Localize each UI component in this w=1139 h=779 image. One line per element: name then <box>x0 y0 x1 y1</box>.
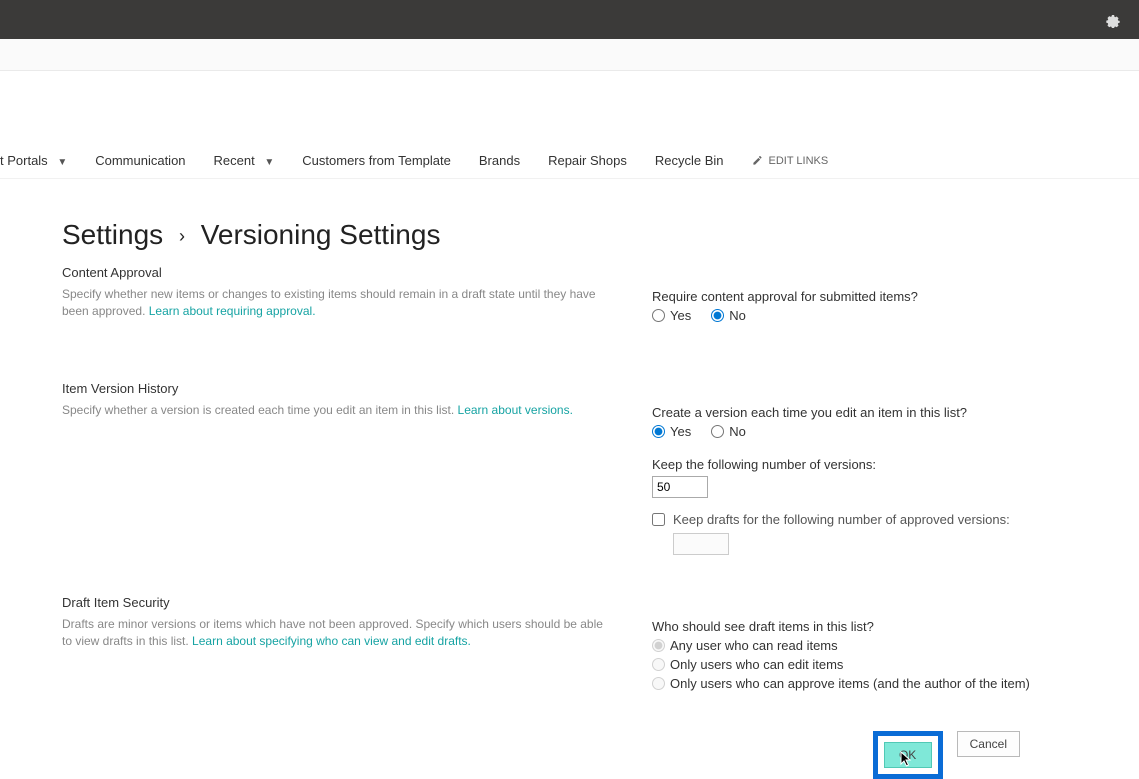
section-description: Drafts are minor versions or items which… <box>62 616 612 651</box>
keep-versions-label: Keep the following number of versions: <box>652 457 1060 472</box>
approval-yes-option[interactable]: Yes <box>652 308 691 323</box>
learn-link-versions[interactable]: Learn about versions. <box>458 403 573 417</box>
draft-security-question: Who should see draft items in this list? <box>652 619 1060 634</box>
section-version-history: Item Version History Specify whether a v… <box>62 381 1060 555</box>
keep-drafts-label: Keep drafts for the following number of … <box>673 512 1010 527</box>
radio-label: Only users who can edit items <box>670 657 843 672</box>
draft-opt-approve[interactable]: Only users who can approve items (and th… <box>652 676 1060 691</box>
section-draft-security: Draft Item Security Drafts are minor ver… <box>62 595 1060 691</box>
nav-label: Recent <box>214 153 255 168</box>
section-heading: Draft Item Security <box>62 595 612 610</box>
ok-highlight-box: OK <box>873 731 943 779</box>
nav-label: t Portals <box>0 153 48 168</box>
nav-item-brands[interactable]: Brands <box>465 147 534 174</box>
keep-versions-input[interactable] <box>652 476 708 498</box>
approval-no-radio[interactable] <box>711 309 724 322</box>
approval-radio-group: Yes No <box>652 308 1060 323</box>
radio-label: Only users who can approve items (and th… <box>670 676 1030 691</box>
section-description: Specify whether new items or changes to … <box>62 286 612 321</box>
breadcrumb-separator-icon: › <box>179 226 185 246</box>
nav-item-customers[interactable]: Customers from Template <box>288 147 465 174</box>
page-content: Settings › Versioning Settings Content A… <box>0 179 1060 779</box>
draft-opt-any[interactable]: Any user who can read items <box>652 638 1060 653</box>
edit-links-label: EDIT LINKS <box>769 155 829 167</box>
nav-item-repair-shops[interactable]: Repair Shops <box>534 147 641 174</box>
learn-link-approval[interactable]: Learn about requiring approval. <box>149 304 316 318</box>
cancel-button[interactable]: Cancel <box>957 731 1020 757</box>
section-description: Specify whether a version is created eac… <box>62 402 612 419</box>
nav-label: Recycle Bin <box>655 153 724 168</box>
draft-any-radio[interactable] <box>652 639 665 652</box>
radio-label: No <box>729 308 746 323</box>
nav-label: Customers from Template <box>302 153 451 168</box>
history-radio-group: Yes No <box>652 424 1060 439</box>
gear-icon[interactable] <box>1105 12 1121 28</box>
nav-item-recycle-bin[interactable]: Recycle Bin <box>641 147 738 174</box>
edit-links-button[interactable]: EDIT LINKS <box>738 149 843 173</box>
breadcrumb-page: Versioning Settings <box>201 219 441 250</box>
header-spacer <box>0 71 1139 143</box>
nav-label: Brands <box>479 153 520 168</box>
section-content-approval: Content Approval Specify whether new ite… <box>62 265 1060 341</box>
top-bar <box>0 0 1139 39</box>
draft-edit-radio[interactable] <box>652 658 665 671</box>
radio-label: Yes <box>670 308 691 323</box>
section-heading: Item Version History <box>62 381 612 396</box>
pencil-icon <box>752 155 763 166</box>
keep-drafts-checkbox[interactable] <box>652 513 665 526</box>
history-yes-option[interactable]: Yes <box>652 424 691 439</box>
ok-button[interactable]: OK <box>884 742 932 768</box>
history-question: Create a version each time you edit an i… <box>652 405 1060 420</box>
approval-question: Require content approval for submitted i… <box>652 289 1060 304</box>
button-row: OK Cancel <box>62 731 1060 779</box>
nav-label: Communication <box>95 153 185 168</box>
learn-link-drafts[interactable]: Learn about specifying who can view and … <box>192 634 471 648</box>
history-yes-radio[interactable] <box>652 425 665 438</box>
keep-drafts-row: Keep drafts for the following number of … <box>652 512 1060 527</box>
top-nav: t Portals ▼ Communication Recent ▼ Custo… <box>0 143 1139 179</box>
radio-label: No <box>729 424 746 439</box>
draft-approve-radio[interactable] <box>652 677 665 690</box>
section-heading: Content Approval <box>62 265 612 280</box>
nav-label: Repair Shops <box>548 153 627 168</box>
nav-item-communication[interactable]: Communication <box>81 147 199 174</box>
radio-label: Any user who can read items <box>670 638 838 653</box>
caret-down-icon: ▼ <box>264 157 274 168</box>
page-title: Settings › Versioning Settings <box>62 219 1060 251</box>
approval-no-option[interactable]: No <box>711 308 746 323</box>
history-no-option[interactable]: No <box>711 424 746 439</box>
radio-label: Yes <box>670 424 691 439</box>
history-no-radio[interactable] <box>711 425 724 438</box>
keep-drafts-input <box>673 533 729 555</box>
nav-item-portals[interactable]: t Portals ▼ <box>0 147 81 174</box>
approval-yes-radio[interactable] <box>652 309 665 322</box>
breadcrumb-settings[interactable]: Settings <box>62 219 163 250</box>
sub-bar <box>0 39 1139 71</box>
caret-down-icon: ▼ <box>57 157 67 168</box>
draft-security-radio-group: Any user who can read items Only users w… <box>652 638 1060 691</box>
draft-opt-edit[interactable]: Only users who can edit items <box>652 657 1060 672</box>
nav-item-recent[interactable]: Recent ▼ <box>200 147 289 174</box>
